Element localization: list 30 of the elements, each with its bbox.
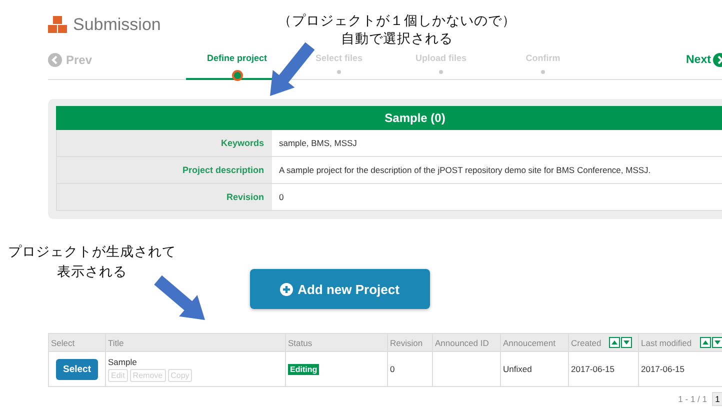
column-header: Last modified (641, 338, 692, 348)
column-header: Annoucement (503, 338, 556, 348)
field-label: Revision (57, 184, 272, 210)
table-cell: 2017-06-15 (568, 352, 638, 386)
field-label: Keywords (57, 130, 272, 156)
page-button[interactable]: 1 (712, 392, 722, 406)
prev-link[interactable]: Prev (48, 53, 186, 67)
select-button[interactable]: Select (56, 358, 98, 380)
column-header: Created (571, 338, 602, 348)
table-cell: 0 (388, 352, 432, 386)
project-title: Sample (0) (56, 106, 722, 130)
column-header: Revision (390, 338, 423, 348)
field-value: 0 (272, 184, 722, 210)
table-cell: Unfixed (500, 352, 568, 386)
callout-text: （プロジェクトが１個しかないので） 自動で選択される (277, 12, 517, 48)
page-range: 1 - 1 / 1 (678, 394, 707, 404)
column-header: Announced ID (435, 338, 489, 348)
page-title: Submission (73, 15, 161, 35)
next-link[interactable]: Next (686, 53, 722, 67)
row-title: Sample (108, 356, 138, 366)
add-project-button[interactable]: Add new Project (250, 269, 430, 309)
callout-text: プロジェクトが生成されて 表示される (8, 243, 176, 282)
column-header: Status (288, 338, 312, 348)
field-label: Project description (57, 157, 272, 183)
wizard-step[interactable]: Define project (206, 53, 267, 63)
column-header: Title (108, 338, 124, 348)
status-badge: Editing (288, 364, 320, 375)
column-header: Select (51, 338, 75, 348)
field-value: sample, BMS, MSSJ (272, 130, 722, 156)
field-value: A sample project for the description of the jPOST repository demo site for BMS Conference, MSSJ. (272, 157, 722, 183)
